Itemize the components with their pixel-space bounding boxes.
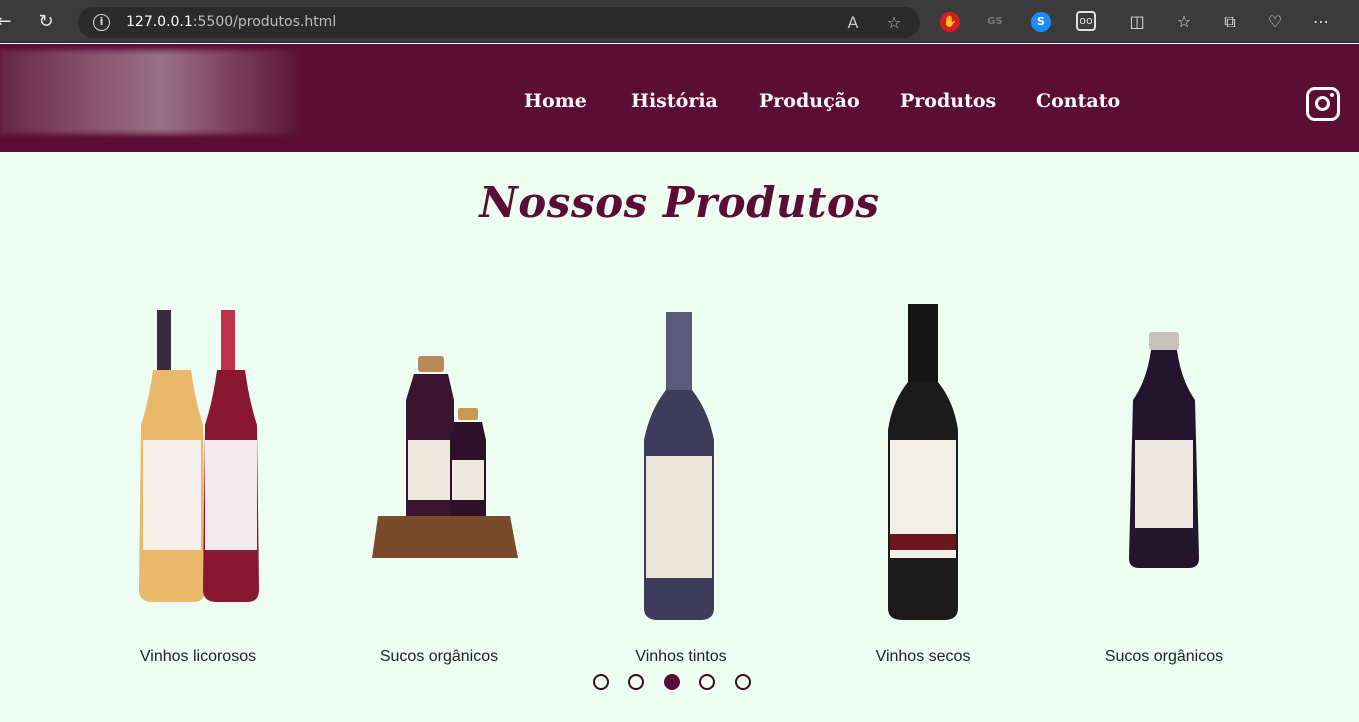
product-card[interactable]: Sucos orgânicos — [324, 290, 554, 680]
product-card[interactable]: Vinhos secos — [808, 290, 1038, 680]
url-text[interactable]: 127.0.0.1:5500/produtos.html — [126, 14, 336, 30]
nav-historia[interactable]: História — [631, 90, 718, 112]
carousel-dot-2[interactable] — [628, 674, 644, 690]
product-name: Vinhos licorosos — [139, 648, 257, 665]
split-screen-icon[interactable]: ◫ — [1126, 11, 1148, 33]
read-aloud-icon[interactable]: A — [842, 12, 864, 34]
browser-essentials-icon[interactable]: ♡ — [1264, 11, 1286, 33]
product-card[interactable]: Vinhos tintos — [566, 290, 796, 680]
product-name: Sucos orgânicos — [1104, 648, 1224, 665]
nav-produtos[interactable]: Produtos — [900, 90, 996, 112]
product-name: Vinhos secos — [875, 648, 971, 665]
collections-icon[interactable]: ⧉ — [1219, 11, 1241, 33]
product-image — [644, 312, 714, 620]
favorites-icon[interactable]: ☆ — [1173, 11, 1195, 33]
nav-producao[interactable]: Produção — [759, 90, 860, 112]
nav-home[interactable]: Home — [524, 90, 587, 112]
carousel-dot-5[interactable] — [735, 674, 751, 690]
product-image — [139, 310, 259, 602]
site-header: Home História Produção Produtos Contato — [0, 44, 1359, 152]
url-host: 127.0.0.1 — [126, 14, 193, 30]
extension-box-icon[interactable]: oo — [1076, 11, 1096, 31]
product-card[interactable]: Vinhos licorosos — [83, 290, 313, 680]
url-path: :5500/produtos.html — [192, 14, 337, 30]
address-bar[interactable]: i 127.0.0.1:5500/produtos.html A ☆ — [78, 7, 920, 38]
page-title: Nossos Produtos — [479, 178, 880, 227]
product-image — [888, 304, 958, 620]
product-name: Vinhos tintos — [635, 648, 727, 665]
product-card[interactable]: Sucos orgânicos — [1049, 290, 1279, 680]
instagram-icon[interactable] — [1306, 87, 1340, 121]
carousel-dot-3-active[interactable] — [664, 674, 680, 690]
nav-contato[interactable]: Contato — [1036, 90, 1120, 112]
product-name: Sucos orgânicos — [379, 648, 499, 665]
back-arrow-icon[interactable]: ← — [0, 10, 16, 34]
extension-shazam-icon[interactable]: S — [1031, 12, 1051, 32]
site-info-icon[interactable]: i — [93, 14, 110, 31]
extension-gs-icon[interactable]: GS — [985, 12, 1005, 32]
favorite-star-icon[interactable]: ☆ — [883, 12, 905, 34]
browser-toolbar: ← ↻ i 127.0.0.1:5500/produtos.html A ☆ ✋… — [0, 0, 1359, 43]
more-menu-icon[interactable]: ⋯ — [1310, 11, 1332, 33]
extension-red-icon[interactable]: ✋ — [940, 12, 960, 32]
carousel-dot-4[interactable] — [699, 674, 715, 690]
carousel-dot-1[interactable] — [593, 674, 609, 690]
product-image — [372, 356, 518, 558]
logo[interactable] — [0, 50, 297, 134]
product-image — [1129, 332, 1199, 568]
refresh-icon[interactable]: ↻ — [34, 10, 58, 34]
